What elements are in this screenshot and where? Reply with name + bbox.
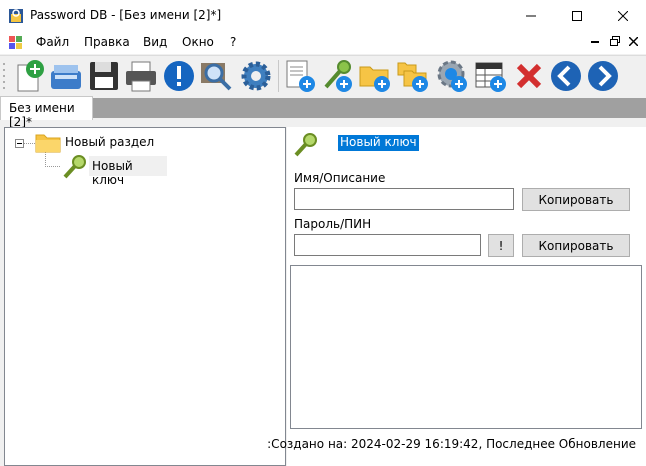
search-icon[interactable] (199, 59, 233, 93)
key-icon (63, 155, 86, 179)
menu-view[interactable]: Вид (143, 35, 167, 49)
print-icon[interactable] (124, 59, 158, 93)
new-document-icon[interactable] (12, 59, 46, 93)
folder-icon (35, 134, 61, 153)
delete-icon[interactable] (512, 59, 546, 93)
copy-name-button[interactable]: Копировать (522, 188, 630, 211)
collapse-toggle-icon[interactable] (15, 139, 24, 148)
sync-add-icon[interactable] (435, 59, 469, 93)
key-title[interactable]: Новый ключ (338, 135, 419, 151)
mdi-minimize-icon[interactable] (591, 41, 599, 45)
back-icon[interactable] (549, 59, 583, 93)
minimize-button[interactable] (508, 0, 554, 32)
toolbar (0, 55, 646, 95)
toolbar-separator (278, 60, 279, 92)
tree-connector-child (45, 166, 61, 167)
tree-key-label: Новый ключ (92, 159, 133, 187)
name-input[interactable] (294, 188, 514, 210)
password-label: Пароль/ПИН (294, 217, 372, 231)
open-icon[interactable] (49, 59, 83, 93)
new-folder-icon[interactable] (358, 59, 392, 93)
settings-gear-icon[interactable] (239, 59, 273, 93)
status-text: :Создано на: 2024-02-29 16:19:42, Послед… (267, 437, 636, 451)
app-icon (9, 9, 23, 23)
show-password-button[interactable]: ! (488, 234, 514, 257)
mdi-doc-icon[interactable] (9, 36, 23, 50)
new-page-icon[interactable] (283, 59, 317, 93)
tab-document[interactable]: Без имени [2]* (0, 96, 93, 129)
mdi-restore-icon[interactable] (610, 36, 620, 46)
menu-file[interactable]: Файл (36, 35, 69, 49)
menu-window[interactable]: Окно (182, 35, 214, 49)
window-title: Password DB - [Без имени [2]*] (30, 8, 222, 22)
status-bar: :Создано на: 2024-02-29 16:19:42, Послед… (267, 430, 642, 460)
notes-textarea[interactable] (290, 265, 642, 429)
tree-view[interactable]: Новый раздел Новый ключ (4, 127, 286, 466)
menu-bar: Файл Правка Вид Окно ? (0, 32, 646, 54)
forward-icon[interactable] (586, 59, 620, 93)
menu-edit[interactable]: Правка (84, 35, 130, 49)
key-icon (294, 133, 317, 157)
table-add-icon[interactable] (474, 59, 508, 93)
key-title-text: Новый ключ (340, 135, 417, 149)
minimize-icon (526, 15, 536, 17)
new-subfolder-icon[interactable] (396, 59, 430, 93)
password-input[interactable] (294, 234, 481, 256)
name-label: Имя/Описание (294, 171, 386, 185)
tree-section-label[interactable]: Новый раздел (65, 135, 154, 149)
info-icon[interactable] (162, 59, 196, 93)
save-icon[interactable] (87, 59, 121, 93)
tab-label: Без имени [2]* (9, 101, 75, 129)
maximize-icon (572, 11, 582, 21)
tab-strip-fill (93, 98, 646, 118)
maximize-button[interactable] (554, 0, 600, 32)
title-bar: Password DB - [Без имени [2]*] (0, 0, 646, 32)
tree-key-item[interactable]: Новый ключ (89, 156, 167, 187)
menu-help[interactable]: ? (230, 35, 236, 49)
close-window-button[interactable] (600, 0, 646, 32)
mdi-close-icon[interactable] (629, 37, 638, 46)
close-icon (618, 11, 628, 21)
new-key-icon[interactable] (320, 59, 354, 93)
copy-password-button[interactable]: Копировать (522, 234, 630, 257)
toolbar-grip[interactable] (2, 60, 6, 92)
